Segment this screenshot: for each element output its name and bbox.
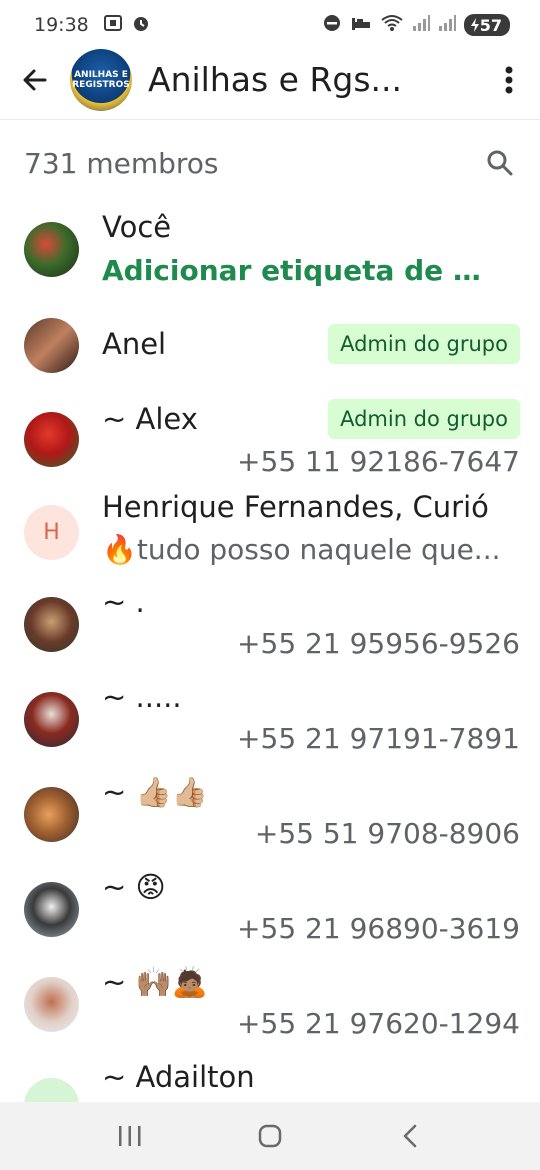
member-phone: +55 21 97620-1294 bbox=[237, 1007, 520, 1040]
app-bar: ANILHAS E REGISTROS Anilhas e Rgs... bbox=[0, 40, 540, 120]
member-row[interactable]: ~ 👍🏼👍🏼 +55 51 9708-8906 bbox=[0, 775, 540, 870]
member-phone: +55 21 95956-9526 bbox=[237, 627, 520, 660]
avatar bbox=[24, 597, 79, 652]
group-title[interactable]: Anilhas e Rgs... bbox=[148, 60, 448, 99]
more-options-button[interactable] bbox=[478, 40, 540, 120]
home-icon bbox=[258, 1124, 282, 1148]
member-name: ~ 🙌🏽🙇🏽 bbox=[102, 965, 208, 999]
avatar bbox=[24, 977, 79, 1032]
member-row[interactable]: ~ ..... +55 21 97191-7891 bbox=[0, 680, 540, 775]
sleep-icon bbox=[350, 14, 372, 37]
member-name: Você bbox=[102, 210, 172, 244]
status-time: 19:38 bbox=[34, 14, 89, 36]
home-button[interactable] bbox=[240, 1111, 300, 1161]
battery-icon: 57 bbox=[463, 14, 510, 36]
member-name: ~ Adailton bbox=[102, 1060, 255, 1094]
avatar bbox=[24, 318, 79, 373]
wifi-icon bbox=[380, 14, 404, 37]
member-row-self[interactable]: Você Adicionar etiqueta de mem... bbox=[0, 200, 540, 300]
search-button[interactable] bbox=[482, 145, 518, 181]
member-phone: +55 51 9708-8906 bbox=[254, 817, 520, 850]
admin-badge: Admin do grupo bbox=[328, 324, 520, 364]
system-back-button[interactable] bbox=[380, 1111, 440, 1161]
avatar bbox=[24, 692, 79, 747]
avatar-initial: H bbox=[24, 505, 79, 560]
system-nav-bar bbox=[0, 1102, 540, 1170]
member-name: Anel bbox=[102, 327, 167, 361]
member-name: ~ ..... bbox=[102, 680, 182, 714]
member-row[interactable]: H Henrique Fernandes, Curió 🔥tudo posso … bbox=[0, 490, 540, 585]
avatar bbox=[24, 222, 79, 277]
add-member-tag-link[interactable]: Adicionar etiqueta de mem... bbox=[102, 254, 510, 287]
search-icon bbox=[487, 150, 513, 176]
admin-badge: Admin do grupo bbox=[328, 399, 520, 439]
members-count: 731 membros bbox=[24, 146, 219, 180]
member-row[interactable]: ~ . +55 21 95956-9526 bbox=[0, 585, 540, 680]
battery-level: 57 bbox=[479, 15, 502, 35]
avatar bbox=[24, 787, 79, 842]
kebab-menu-icon bbox=[505, 66, 513, 93]
member-status: 🔥tudo posso naquele que... bbox=[102, 533, 501, 566]
member-row[interactable]: ~ 😡 +55 21 96890-3619 bbox=[0, 870, 540, 965]
member-list: Você Adicionar etiqueta de mem... Anel A… bbox=[0, 200, 540, 1133]
alarm-icon bbox=[131, 13, 151, 38]
recents-icon bbox=[119, 1126, 141, 1146]
avatar bbox=[24, 412, 79, 467]
screenshot-icon bbox=[103, 14, 123, 37]
members-header: 731 membros bbox=[0, 120, 540, 206]
member-row[interactable]: ~ Alex Admin do grupo +55 11 92186-7647 bbox=[0, 395, 540, 490]
member-phone: +55 11 92186-7647 bbox=[237, 445, 520, 478]
chevron-left-icon bbox=[403, 1124, 417, 1148]
avatar bbox=[24, 882, 79, 937]
recents-button[interactable] bbox=[100, 1111, 160, 1161]
arrow-left-icon bbox=[23, 69, 47, 90]
signal-icon bbox=[412, 14, 430, 37]
member-phone: +55 21 97191-7891 bbox=[237, 722, 520, 755]
member-name: ~ 👍🏼👍🏼 bbox=[102, 775, 208, 809]
member-name: ~ Alex bbox=[102, 402, 198, 436]
member-name: Henrique Fernandes, Curió bbox=[102, 490, 489, 524]
back-button[interactable] bbox=[0, 40, 70, 120]
signal-icon bbox=[438, 14, 456, 37]
member-name: ~ 😡 bbox=[102, 870, 166, 904]
member-phone: +55 21 96890-3619 bbox=[237, 912, 520, 945]
group-avatar[interactable]: ANILHAS E REGISTROS bbox=[70, 48, 132, 111]
member-row[interactable]: Anel Admin do grupo bbox=[0, 300, 540, 395]
member-row[interactable]: ~ 🙌🏽🙇🏽 +55 21 97620-1294 bbox=[0, 965, 540, 1060]
dnd-icon bbox=[322, 13, 342, 38]
member-name: ~ . bbox=[102, 585, 145, 619]
